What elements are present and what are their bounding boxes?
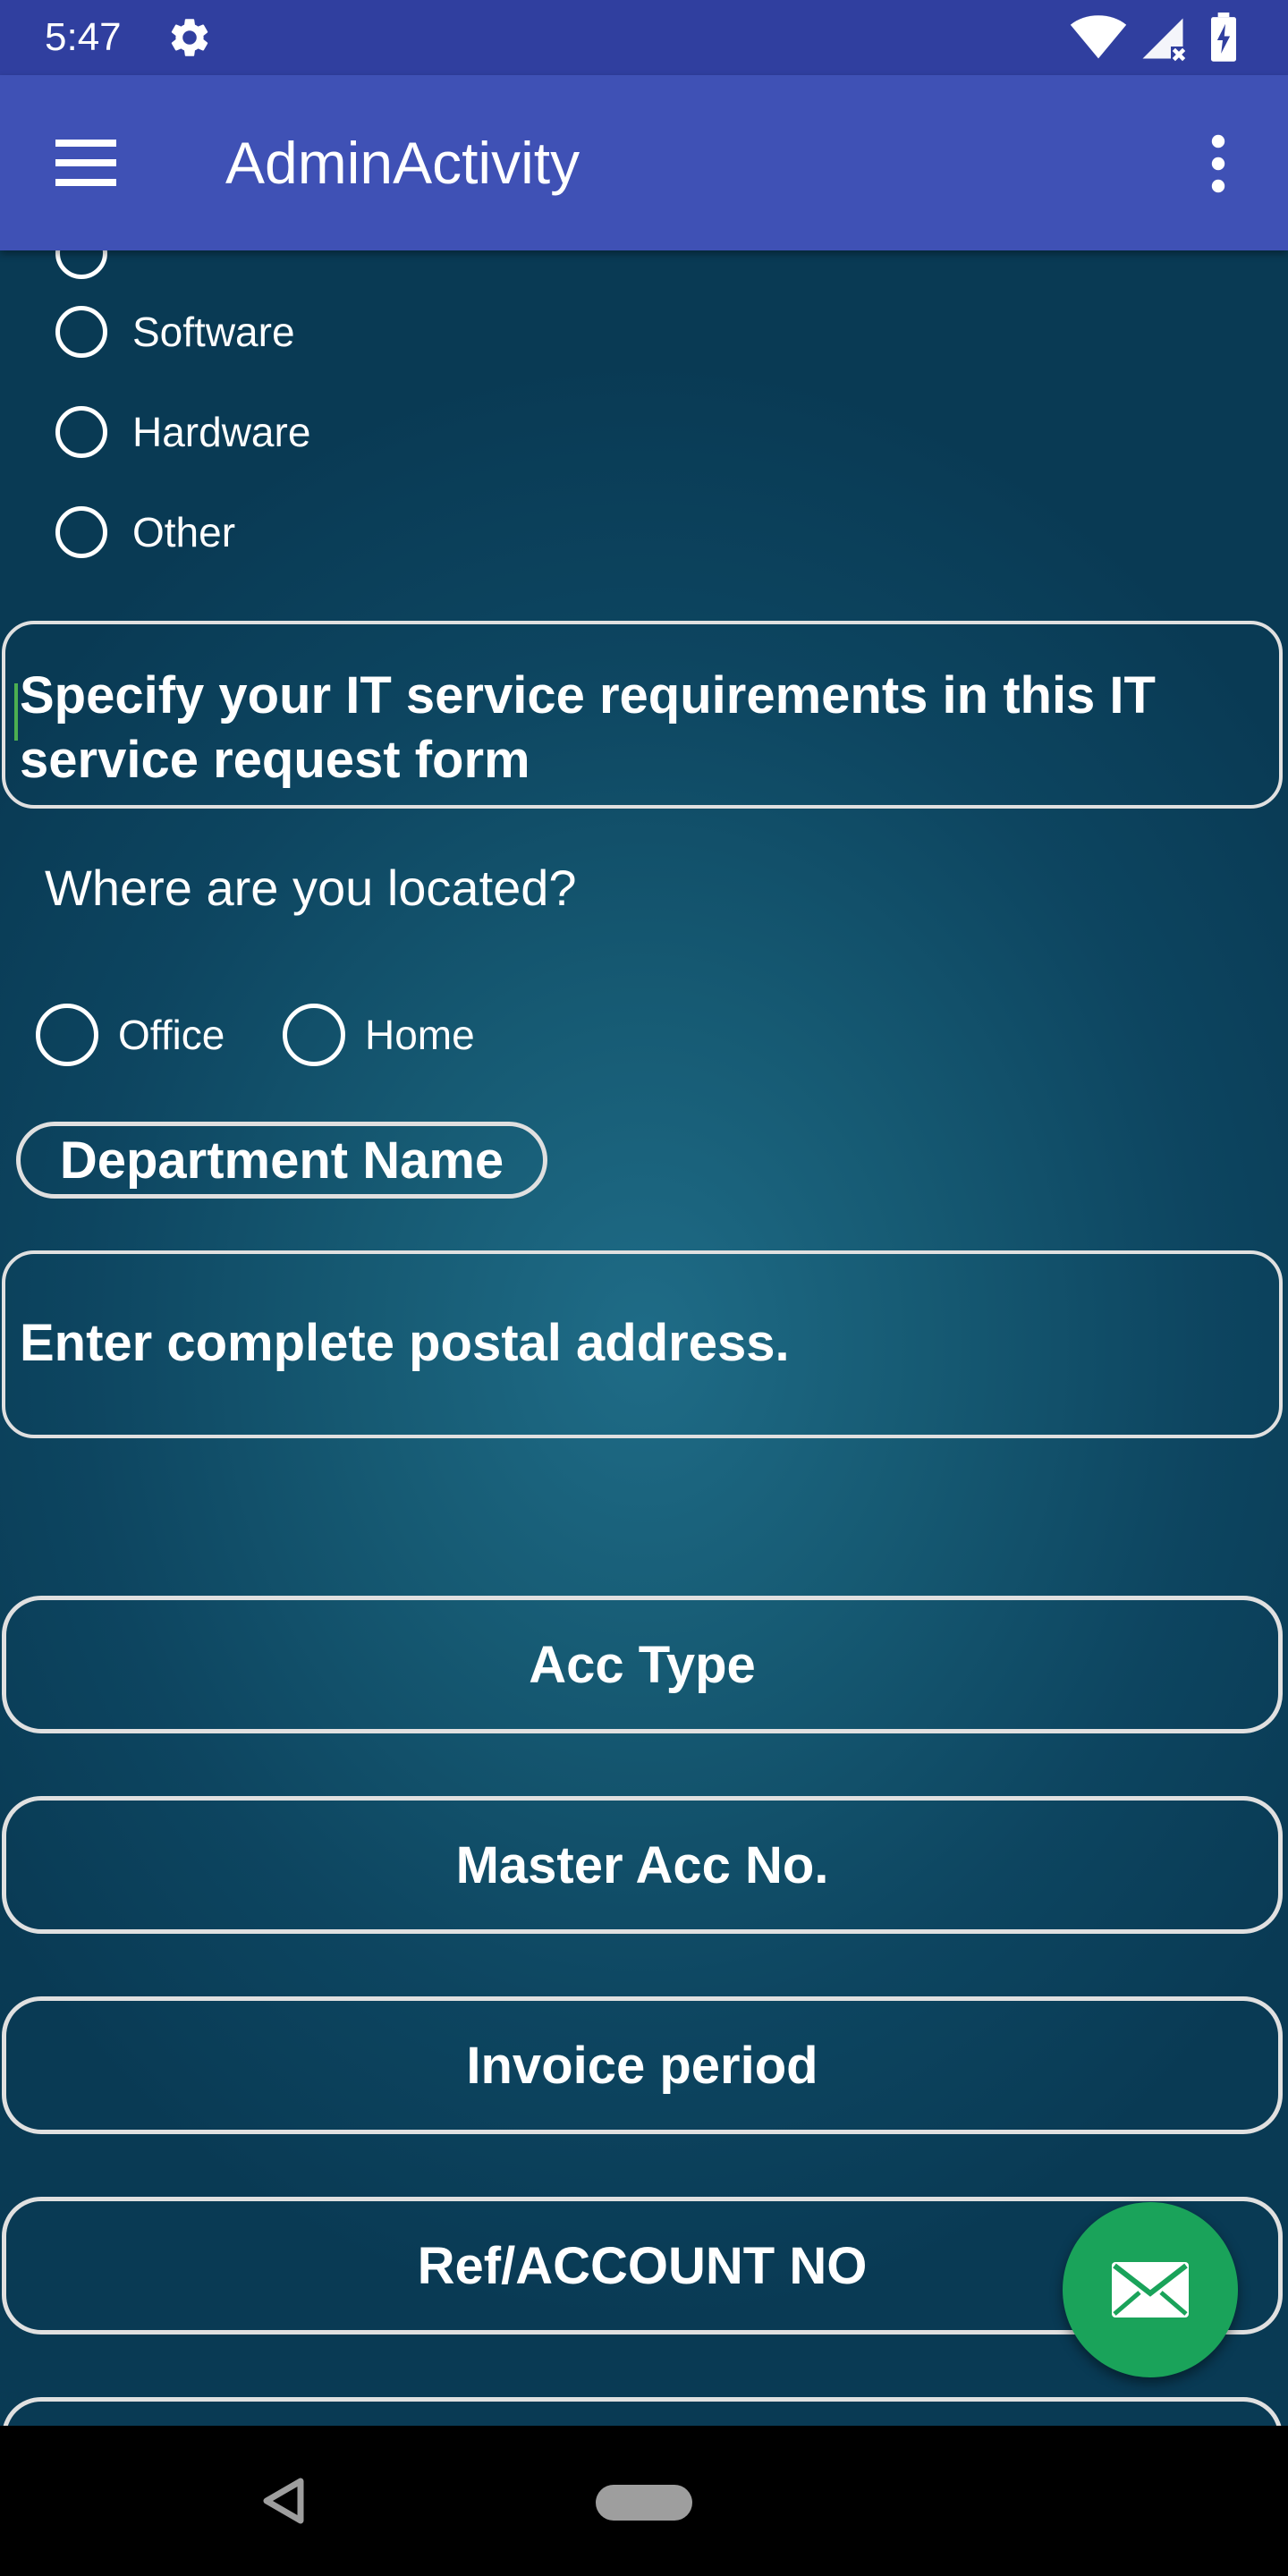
radio-option-hardware[interactable]: Hardware bbox=[55, 406, 310, 458]
overflow-menu-icon[interactable] bbox=[1199, 134, 1238, 193]
radio-button[interactable] bbox=[283, 1004, 345, 1066]
radio-label: Other bbox=[132, 509, 236, 555]
location-question: Where are you located? bbox=[45, 860, 577, 916]
radio-option-partial[interactable] bbox=[55, 250, 107, 279]
gear-icon bbox=[171, 19, 208, 56]
radio-button[interactable] bbox=[55, 506, 107, 558]
radio-label: Software bbox=[132, 309, 295, 355]
radio-label: Home bbox=[365, 1012, 475, 1058]
requirements-text: Specify your IT service requirements in … bbox=[20, 666, 1156, 789]
acc-type-button[interactable]: Acc Type bbox=[2, 1596, 1283, 1733]
mail-icon bbox=[1112, 2262, 1189, 2318]
text-cursor bbox=[14, 683, 18, 741]
radio-button[interactable] bbox=[36, 1004, 98, 1066]
home-pill[interactable] bbox=[596, 2485, 692, 2521]
requirements-field[interactable]: Specify your IT service requirements in … bbox=[2, 621, 1283, 809]
radio-button[interactable] bbox=[55, 250, 107, 279]
status-time: 5:47 bbox=[45, 15, 122, 59]
radio-button[interactable] bbox=[55, 406, 107, 458]
radio-label: Office bbox=[118, 1012, 225, 1058]
postal-address-placeholder: Enter complete postal address. bbox=[20, 1314, 790, 1372]
back-icon[interactable] bbox=[261, 2476, 306, 2526]
screen: 5:47 AdminActivity Software Hardware Oth… bbox=[0, 0, 1288, 2576]
postal-address-field[interactable]: Enter complete postal address. bbox=[2, 1250, 1283, 1438]
app-title: AdminActivity bbox=[225, 130, 580, 196]
radio-option-office[interactable]: Office bbox=[36, 1004, 225, 1066]
next-field-button-partial[interactable] bbox=[2, 2397, 1283, 2426]
radio-option-software[interactable]: Software bbox=[55, 306, 295, 358]
app-bar: AdminActivity bbox=[0, 75, 1288, 250]
invoice-period-button[interactable]: Invoice period bbox=[2, 1996, 1283, 2134]
wifi-icon bbox=[1070, 15, 1127, 59]
menu-icon[interactable] bbox=[55, 140, 116, 186]
department-name-field[interactable]: Department Name bbox=[16, 1122, 547, 1199]
navigation-bar bbox=[0, 2426, 1288, 2576]
battery-icon bbox=[1211, 13, 1236, 62]
master-acc-no-button[interactable]: Master Acc No. bbox=[2, 1796, 1283, 1934]
signal-icon bbox=[1142, 18, 1187, 63]
form-content[interactable]: Software Hardware Other Specify your IT … bbox=[0, 250, 1288, 2426]
radio-button[interactable] bbox=[55, 306, 107, 358]
mail-fab-button[interactable] bbox=[1063, 2202, 1238, 2377]
radio-option-home[interactable]: Home bbox=[283, 1004, 475, 1066]
radio-label: Hardware bbox=[132, 409, 311, 455]
radio-option-other[interactable]: Other bbox=[55, 506, 235, 558]
status-bar: 5:47 bbox=[0, 0, 1288, 75]
